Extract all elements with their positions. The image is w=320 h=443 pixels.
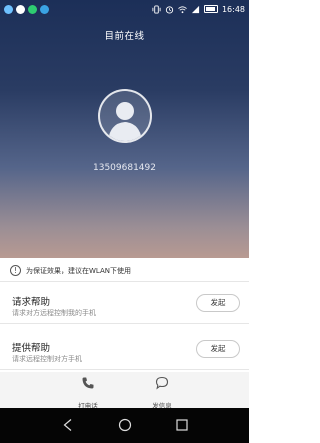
- back-icon[interactable]: [61, 418, 75, 432]
- sms-button[interactable]: 发信息: [132, 376, 192, 412]
- option-title: 提供帮助: [12, 343, 51, 354]
- option-title: 请求帮助: [12, 297, 51, 308]
- phone-icon: [82, 377, 94, 389]
- alarm-icon: [165, 5, 174, 14]
- battery-icon: [203, 5, 218, 13]
- request-help-row: 请求帮助 请求对方远程控制我的手机 发起: [0, 284, 249, 324]
- notification-icon: [28, 4, 37, 14]
- home-icon[interactable]: [118, 418, 132, 432]
- info-icon: !: [10, 265, 21, 276]
- provide-help-start-button[interactable]: 发起: [196, 340, 240, 358]
- status-left: [4, 4, 49, 14]
- vibrate-icon: [152, 4, 161, 14]
- remote-help-screen: 16:48 目前在线 13509681492 ! 为保证效果，建议在WLAN下使…: [0, 0, 249, 443]
- notification-icon: [16, 4, 25, 14]
- notification-icon: [40, 4, 49, 14]
- provide-help-row: 提供帮助 请求远程控制对方手机 发起: [0, 330, 249, 370]
- option-subtitle: 请求对方远程控制我的手机: [12, 309, 96, 317]
- status-time: 16:48: [221, 4, 245, 14]
- avatar: [98, 89, 152, 143]
- page-title: 目前在线: [104, 31, 145, 42]
- status-right: 16:48: [152, 5, 245, 14]
- wlan-notice: ! 为保证效果，建议在WLAN下使用: [0, 260, 249, 282]
- phone-number: 13509681492: [93, 163, 156, 173]
- wifi-icon: [178, 5, 187, 13]
- default-user-icon: [108, 102, 142, 141]
- signal-icon: [191, 5, 200, 13]
- status-bar: 16:48: [0, 0, 249, 18]
- system-navigation-bar: [0, 408, 249, 443]
- recent-apps-icon[interactable]: [175, 418, 189, 432]
- action-bar: 打电话 发信息: [0, 372, 249, 410]
- header-background: 16:48 目前在线 13509681492: [0, 0, 249, 258]
- request-help-start-button[interactable]: 发起: [196, 294, 240, 312]
- option-subtitle: 请求远程控制对方手机: [12, 355, 82, 363]
- notification-icon: [4, 4, 13, 14]
- call-button[interactable]: 打电话: [58, 376, 118, 412]
- notice-text: 为保证效果，建议在WLAN下使用: [26, 266, 132, 275]
- message-icon: [155, 376, 169, 390]
